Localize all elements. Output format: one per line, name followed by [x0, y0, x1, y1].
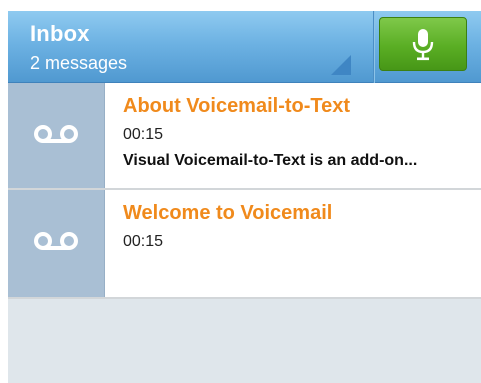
voice-command-button[interactable] [379, 17, 467, 71]
message-preview: Visual Voicemail-to-Text is an add-on... [123, 152, 418, 169]
app-header: Inbox 2 messages [8, 11, 481, 83]
message-duration: 00:15 [123, 233, 164, 250]
voicemail-icon [34, 232, 78, 250]
message-count: 2 messages [30, 53, 128, 73]
voicemail-icon [34, 125, 78, 143]
list-empty-area [8, 299, 481, 383]
header-divider [374, 11, 375, 83]
message-list: About Voicemail-to-Text 00:15 Visual Voi… [8, 83, 481, 299]
microphone-icon [412, 29, 434, 61]
message-title: About Voicemail-to-Text [123, 95, 351, 117]
voicemail-icon-cell [8, 83, 105, 188]
list-item[interactable]: About Voicemail-to-Text 00:15 Visual Voi… [8, 83, 481, 190]
list-item[interactable]: Welcome to Voicemail 00:15 [8, 190, 481, 299]
page-title: Inbox [30, 21, 90, 46]
message-duration: 00:15 [123, 126, 164, 143]
inbox-selector[interactable]: Inbox 2 messages [8, 11, 371, 83]
voicemail-screen: Inbox 2 messages About Voicemail-to-Text… [8, 11, 481, 383]
message-title: Welcome to Voicemail [123, 202, 333, 224]
dropdown-indicator-icon [331, 55, 351, 75]
voicemail-icon-cell [8, 190, 105, 297]
